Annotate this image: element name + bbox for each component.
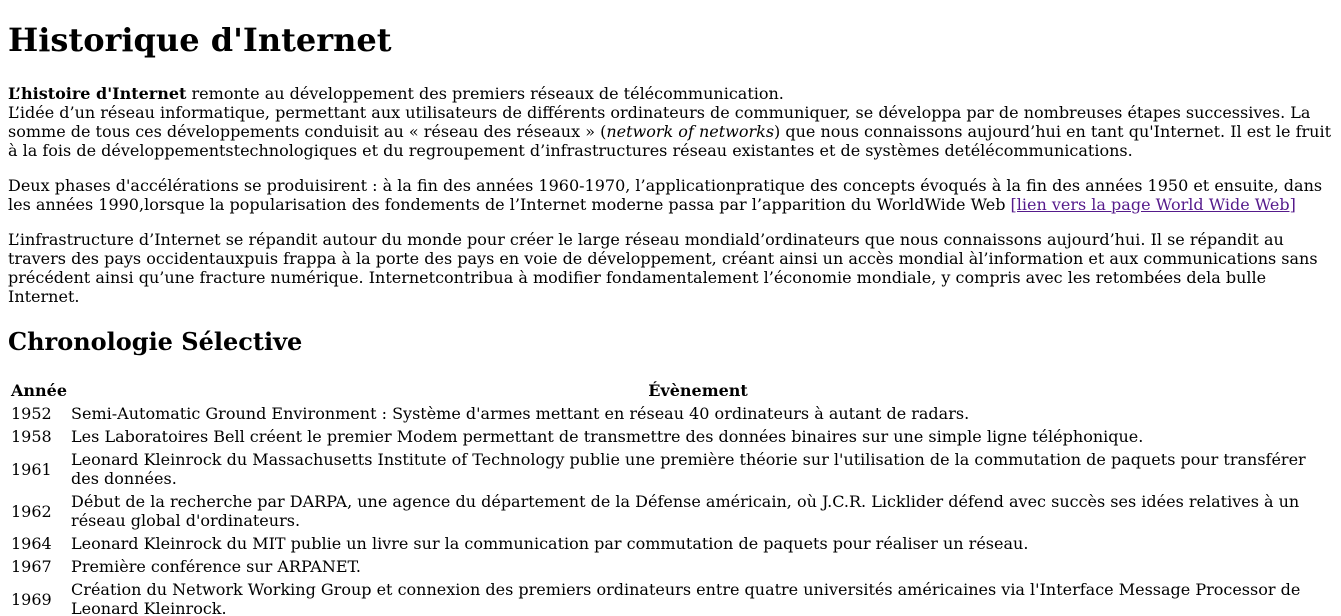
- row-year: 1961: [11, 459, 52, 479]
- column-header-event: Évènement: [648, 381, 748, 400]
- table-row: 1961 Leonard Kleinrock du Massachusetts …: [10, 449, 1326, 489]
- table-row: 1967 Première conférence sur ARPANET.: [10, 556, 1326, 577]
- intro-paragraph-2: Deux phases d'accélérations se produisir…: [8, 176, 1333, 214]
- row-event: Leonard Kleinrock du Massachusetts Insti…: [71, 450, 1306, 488]
- chronology-heading: Chronologie Sélective: [8, 327, 303, 356]
- row-event: Création du Network Working Group et con…: [71, 580, 1301, 616]
- table-header-row: Année Évènement: [10, 380, 1326, 401]
- column-header-year: Année: [11, 381, 68, 400]
- row-event: Début de la recherche par DARPA, une age…: [71, 492, 1300, 530]
- intro-paragraph-3: L’infrastructure d’Internet se répandit …: [8, 230, 1318, 306]
- intro-emphasis: network of networks: [606, 122, 775, 141]
- row-year: 1962: [11, 501, 52, 521]
- world-wide-web-link[interactable]: [lien vers la page World Wide Web]: [1011, 195, 1296, 214]
- intro-paragraph-1: L’histoire d'Internet remonte au dévelop…: [8, 84, 1333, 160]
- table-row: 1952 Semi-Automatic Ground Environment :…: [10, 403, 1326, 424]
- page: Historique d'Internet L’histoire d'Inter…: [0, 21, 1341, 616]
- row-year: 1964: [11, 534, 52, 553]
- row-event: Semi-Automatic Ground Environment : Syst…: [71, 404, 970, 423]
- row-event: Les Laboratoires Bell créent le premier …: [71, 427, 1144, 446]
- chronology-table: Année Évènement 1952 Semi-Automatic Grou…: [8, 378, 1328, 616]
- intro-lead-rest: remonte au développement des premiers ré…: [186, 84, 784, 103]
- table-row: 1969 Création du Network Working Group e…: [10, 579, 1326, 616]
- row-event: Première conférence sur ARPANET.: [71, 557, 361, 576]
- row-year: 1967: [11, 557, 52, 576]
- table-row: 1962 Début de la recherche par DARPA, un…: [10, 491, 1326, 531]
- row-year: 1958: [11, 427, 52, 446]
- row-year: 1952: [11, 404, 52, 423]
- page-title: Historique d'Internet: [8, 21, 392, 59]
- table-row: 1958 Les Laboratoires Bell créent le pre…: [10, 426, 1326, 447]
- table-row: 1964 Leonard Kleinrock du MIT publie un …: [10, 533, 1326, 554]
- row-year: 1969: [11, 589, 52, 609]
- row-event: Leonard Kleinrock du MIT publie un livre…: [71, 534, 1029, 553]
- intro-lead-bold: L’histoire d'Internet: [8, 84, 187, 103]
